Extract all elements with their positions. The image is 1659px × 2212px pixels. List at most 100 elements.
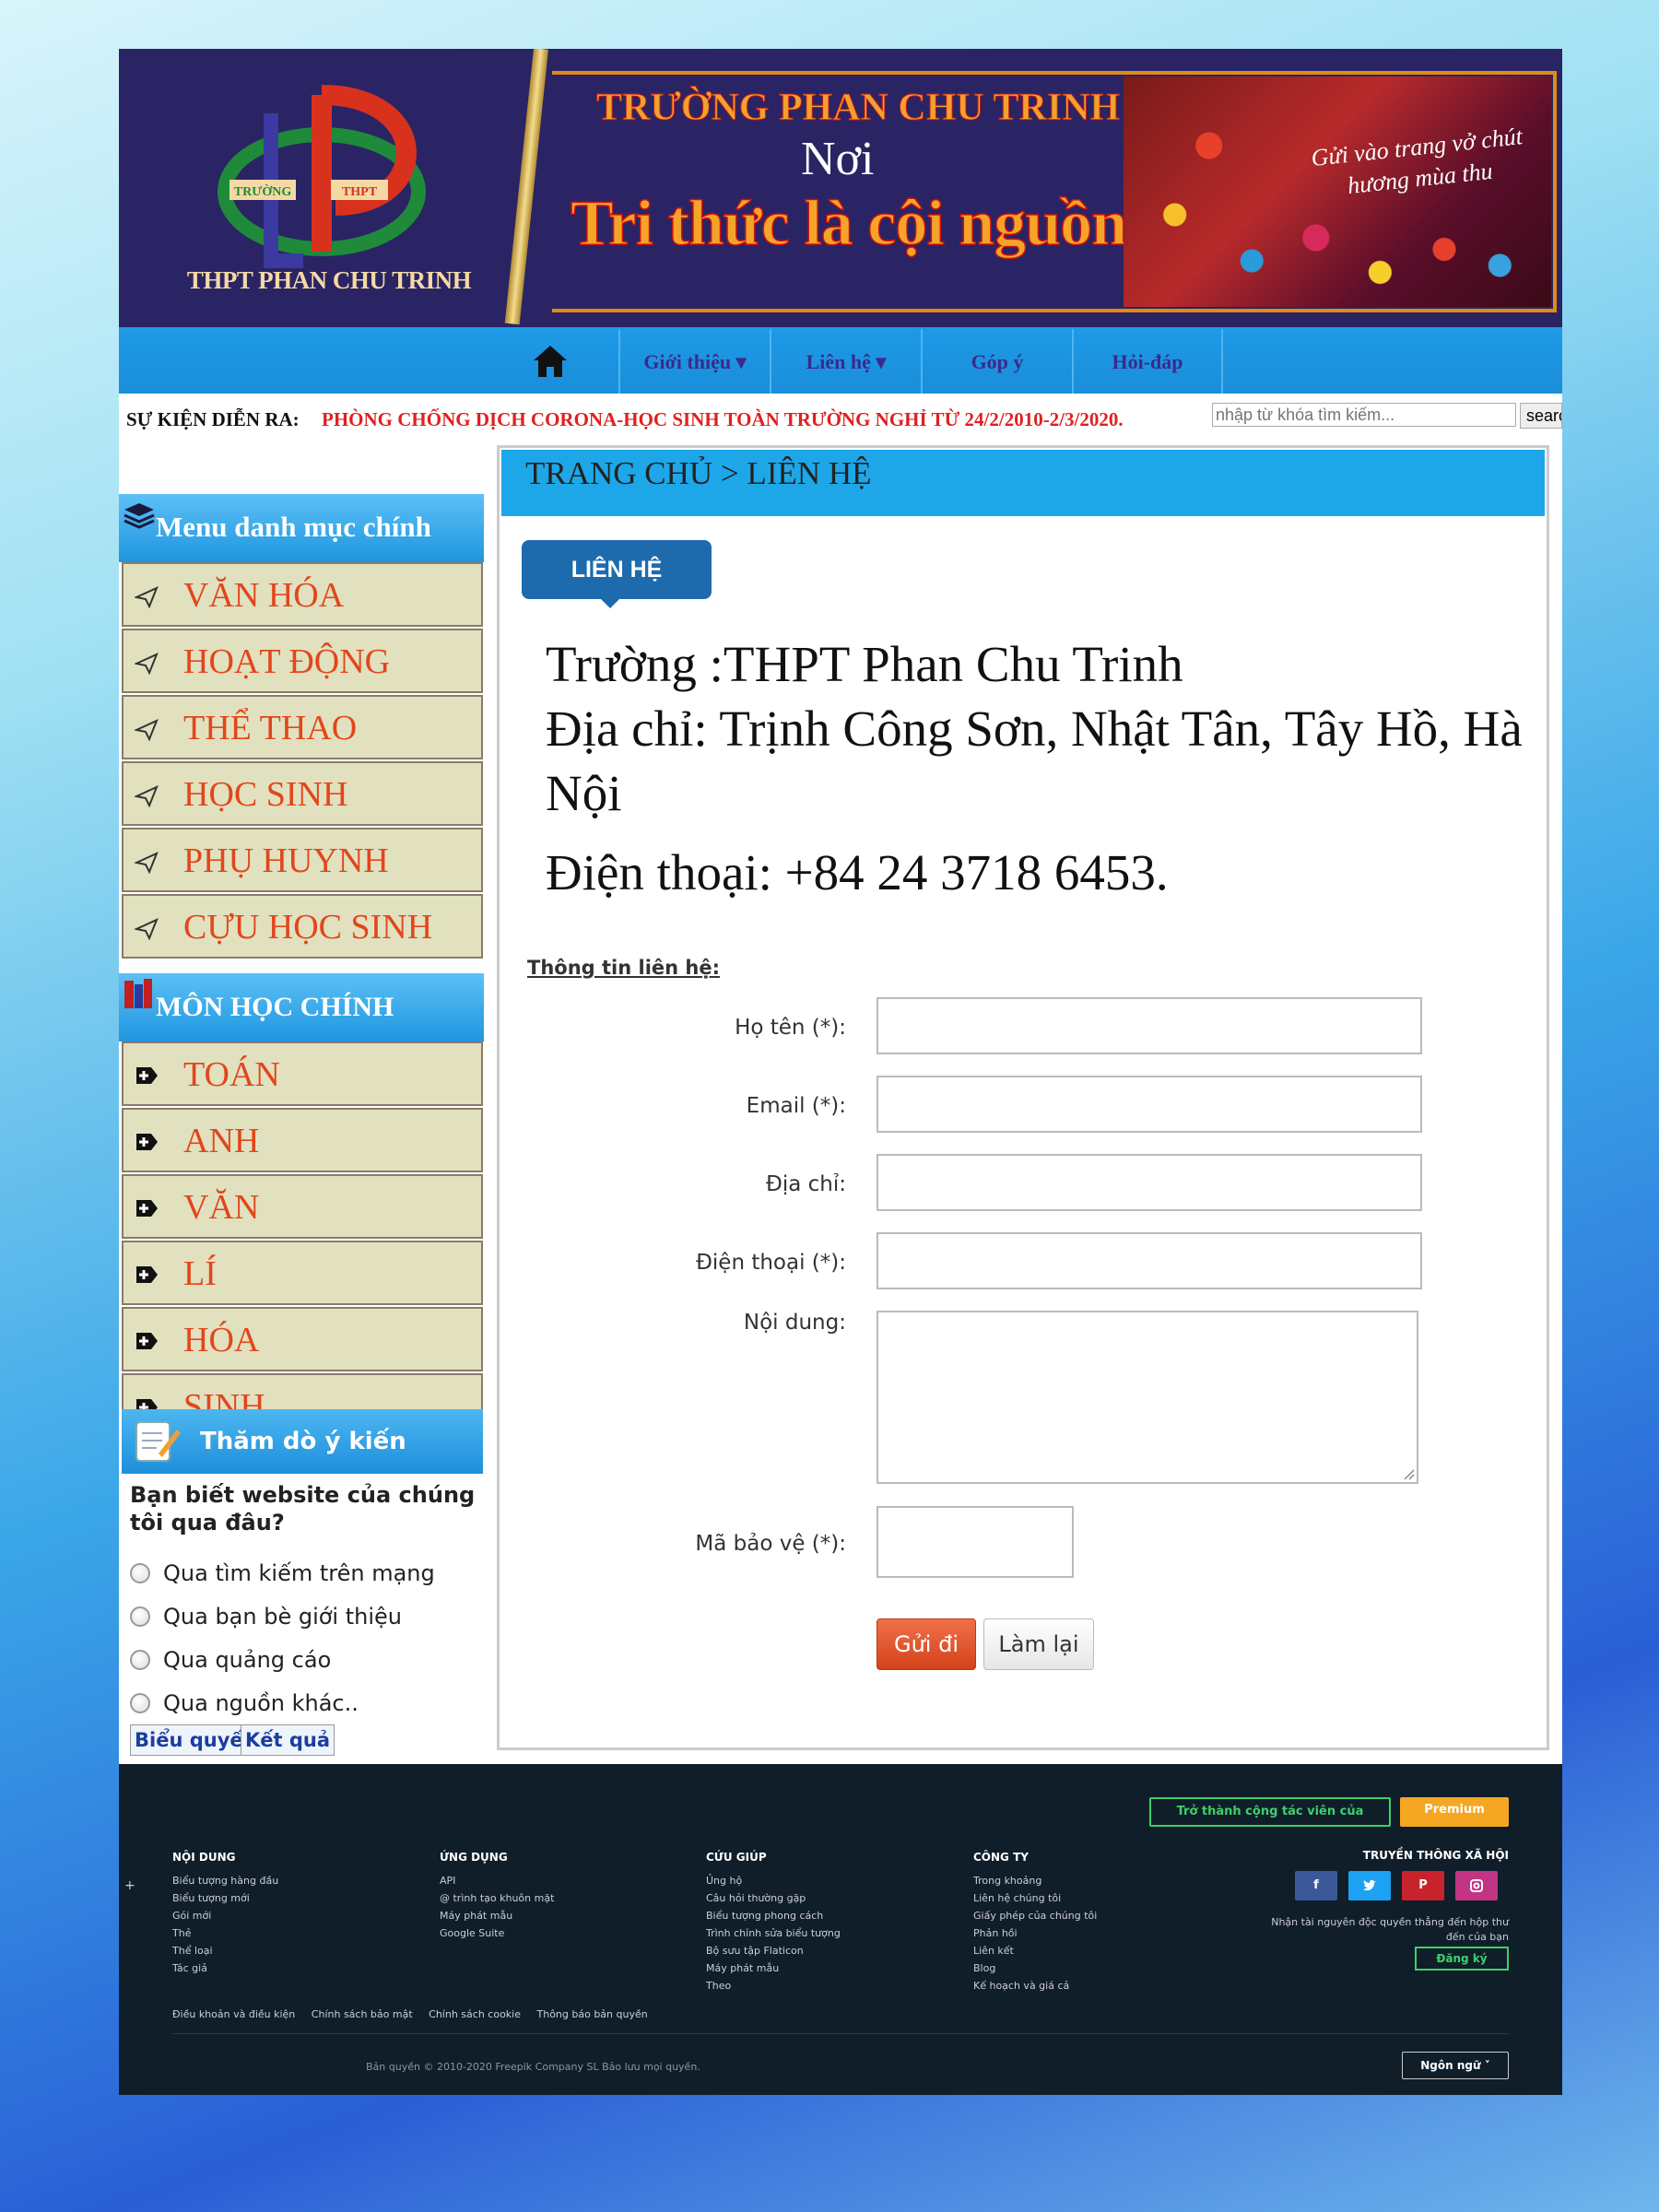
footer-link[interactable]: API [440, 1872, 554, 1889]
home-button[interactable] [515, 329, 584, 394]
radio-button[interactable] [130, 1563, 150, 1583]
address-field[interactable] [877, 1154, 1422, 1211]
sidebar-item-van-hoa[interactable]: VĂN HÓA [122, 562, 483, 627]
school-name: Trường :THPT Phan Chu Trinh [546, 636, 1183, 692]
resize-handle-icon[interactable] [1402, 1467, 1415, 1480]
phone-field[interactable] [877, 1232, 1422, 1289]
premium-button[interactable]: Premium [1400, 1797, 1509, 1827]
contributor-button[interactable]: Trở thành cộng tác viên của [1149, 1797, 1391, 1827]
footer-link[interactable]: Liên kết [973, 1942, 1097, 1959]
footer-link[interactable]: Biểu tượng hàng đầu [172, 1872, 278, 1889]
subjects-title: MÔN HỌC CHÍNH [156, 992, 394, 1022]
captcha-field[interactable] [877, 1506, 1074, 1578]
footer-link[interactable]: Kế hoạch và giá cả [973, 1977, 1097, 1994]
footer-col-heading: NỘI DUNG [172, 1851, 236, 1864]
radio-button[interactable] [130, 1606, 150, 1627]
footer-link[interactable]: Máy phát mẫu [706, 1959, 841, 1977]
search-button[interactable]: search [1520, 403, 1562, 429]
copyright: Bản quyền © 2010-2020 Freepik Company SL… [366, 2061, 700, 2073]
search-input[interactable] [1212, 403, 1516, 427]
poll-option-label: Qua bạn bè giới thiệu [163, 1604, 402, 1630]
footer-link[interactable]: Ủng hộ [706, 1872, 841, 1889]
subject-item-toan[interactable]: TOÁN [122, 1041, 483, 1106]
subject-item-van[interactable]: VĂN [122, 1174, 483, 1239]
subject-item-label: LÍ [183, 1254, 217, 1293]
subject-item-label: TOÁN [183, 1055, 280, 1094]
plus-tag-icon [136, 1067, 158, 1084]
vote-button[interactable]: Biểu quyết [130, 1724, 257, 1756]
email-field[interactable] [877, 1076, 1422, 1133]
sidebar-item-hoc-sinh[interactable]: HỌC SINH [122, 761, 483, 826]
poll-option[interactable]: Qua tìm kiếm trên mạng [130, 1560, 435, 1586]
footer-link[interactable]: Trình chỉnh sửa biểu tượng [706, 1924, 841, 1942]
radio-button[interactable] [130, 1693, 150, 1713]
subject-item-anh[interactable]: ANH [122, 1108, 483, 1172]
legal-link[interactable]: Điều khoản và điều kiện [172, 2008, 295, 2020]
instagram-icon[interactable] [1455, 1871, 1498, 1900]
subject-item-li[interactable]: LÍ [122, 1241, 483, 1305]
tab-lien-he[interactable]: LIÊN HỆ [522, 540, 712, 599]
address-label: Địa chỉ: [766, 1172, 846, 1196]
footer-link[interactable]: Máy phát mẫu [440, 1907, 554, 1924]
ticker-text[interactable]: PHÒNG CHỐNG DỊCH CORONA-HỌC SINH TOÀN TR… [322, 408, 1124, 431]
footer-link[interactable]: Thẻ [172, 1924, 278, 1942]
poll-option[interactable]: Qua nguồn khác.. [130, 1690, 359, 1716]
logo-right-text: THPT [342, 185, 378, 199]
footer-link[interactable]: Trong khoảng [973, 1872, 1097, 1889]
sidebar-item-the-thao[interactable]: THỂ THAO [122, 695, 483, 759]
header-banner: TRƯỜNG THPT THPT PHAN CHU TRINH TRƯỜNG P… [119, 49, 1562, 327]
footer-link[interactable]: Câu hỏi thường gặp [706, 1889, 841, 1907]
facebook-icon[interactable]: f [1295, 1871, 1337, 1900]
footer-link[interactable]: Phản hồi [973, 1924, 1097, 1942]
footer-link[interactable]: Bộ sưu tập Flaticon [706, 1942, 841, 1959]
nav-gop-y[interactable]: Góp ý [921, 329, 1072, 395]
sidebar-item-label: VĂN HÓA [183, 576, 345, 615]
poll-option-label: Qua tìm kiếm trên mạng [163, 1560, 435, 1586]
footer-link[interactable]: Thể loại [172, 1942, 278, 1959]
signup-button[interactable]: Đăng ký [1415, 1947, 1509, 1971]
sidebar-item-label: HỌC SINH [183, 775, 348, 814]
footer-link[interactable]: Tác giả [172, 1959, 278, 1977]
sidebar-item-cuu-hoc-sinh[interactable]: CỰU HỌC SINH [122, 894, 483, 959]
pinterest-icon[interactable]: P [1402, 1871, 1444, 1900]
captcha-label: Mã bảo vệ (*): [695, 1532, 846, 1556]
footer-col-apps: ỨNG DỤNG API @ trình tạo khuôn mặt Máy p… [440, 1849, 554, 1942]
tab-notch [599, 597, 621, 608]
footer-link[interactable]: Giấy phép của chúng tôi [973, 1907, 1097, 1924]
sidebar-item-label: THỂ THAO [183, 709, 358, 747]
language-select[interactable]: Ngôn ngữ ˅ [1402, 2052, 1509, 2079]
nav-gioi-thieu[interactable]: Giới thiệu ▾ [618, 329, 770, 395]
footer-link[interactable]: Blog [973, 1959, 1097, 1977]
menu-heading: Menu danh mục chính [119, 494, 484, 562]
footer-link[interactable]: Google Suite [440, 1924, 554, 1942]
paper-plane-icon [135, 586, 159, 608]
footer-link[interactable]: Gói mới [172, 1907, 278, 1924]
books-icon [124, 979, 152, 1008]
subject-item-label: ANH [183, 1122, 260, 1160]
send-button[interactable]: Gửi đi [877, 1618, 976, 1670]
legal-link[interactable]: Thông báo bản quyền [537, 2008, 648, 2020]
legal-link[interactable]: Chính sách cookie [429, 2008, 521, 2020]
footer-link[interactable]: Biểu tượng mới [172, 1889, 278, 1907]
poll-option[interactable]: Qua bạn bè giới thiệu [130, 1604, 402, 1630]
radio-button[interactable] [130, 1650, 150, 1670]
sidebar-item-phu-huynh[interactable]: PHỤ HUYNH [122, 828, 483, 892]
sidebar-item-hoat-dong[interactable]: HOẠT ĐỘNG [122, 629, 483, 693]
paper-plane-icon [135, 852, 159, 874]
nav-hoi-dap[interactable]: Hỏi-đáp [1072, 329, 1223, 395]
result-button[interactable]: Kết quả [241, 1724, 335, 1756]
plus-tag-icon [136, 1266, 158, 1283]
name-field[interactable] [877, 997, 1422, 1054]
subject-item-hoa[interactable]: HÓA [122, 1307, 483, 1371]
twitter-icon[interactable] [1348, 1871, 1391, 1900]
legal-link[interactable]: Chính sách bảo mật [312, 2008, 413, 2020]
nav-lien-he[interactable]: Liên hệ ▾ [770, 329, 921, 395]
footer-link[interactable]: @ trình tạo khuôn mặt [440, 1889, 554, 1907]
page: TRƯỜNG THPT THPT PHAN CHU TRINH TRƯỜNG P… [119, 49, 1562, 2095]
content-textarea[interactable] [877, 1311, 1418, 1484]
footer-link[interactable]: Biểu tượng phong cách [706, 1907, 841, 1924]
reset-button[interactable]: Làm lại [983, 1618, 1094, 1670]
poll-option[interactable]: Qua quảng cáo [130, 1647, 331, 1673]
footer-link[interactable]: Liên hệ chúng tôi [973, 1889, 1097, 1907]
footer-link[interactable]: Theo [706, 1977, 841, 1994]
